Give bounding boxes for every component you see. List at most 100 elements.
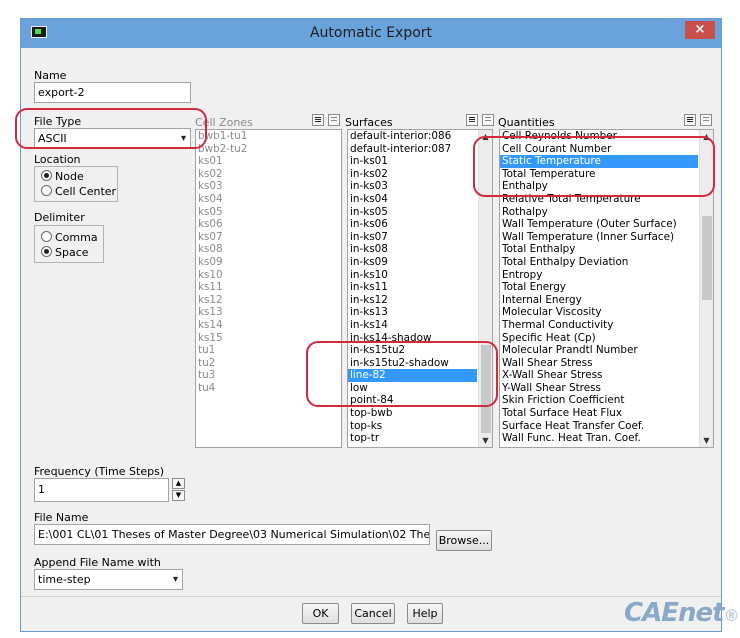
cell-zone-item[interactable]: ks11 xyxy=(196,281,341,294)
surface-item[interactable]: in-ks10 xyxy=(348,269,477,282)
quantity-item[interactable]: Thermal Conductivity xyxy=(500,319,698,332)
quantities-scroll-thumb[interactable] xyxy=(702,216,712,300)
quantity-item[interactable]: Specific Heat (Cp) xyxy=(500,332,698,345)
quantity-item[interactable]: Static Temperature xyxy=(500,155,698,168)
file-type-select[interactable]: ASCII ▾ xyxy=(34,128,191,149)
surface-item[interactable]: in-ks13 xyxy=(348,306,477,319)
quantity-item[interactable]: Cell Courant Number xyxy=(500,143,698,156)
surface-item[interactable]: point-84 xyxy=(348,394,477,407)
surfaces-scrollbar[interactable]: ▲ ▼ xyxy=(478,130,492,447)
surface-item[interactable]: line-82 xyxy=(348,369,477,382)
cell-zone-item[interactable]: ks13 xyxy=(196,306,341,319)
quantity-item[interactable]: Wall Temperature (Outer Surface) xyxy=(500,218,698,231)
quantity-item[interactable]: Y-Wall Shear Stress xyxy=(500,382,698,395)
quantity-item[interactable]: Entropy xyxy=(500,269,698,282)
surfaces-scroll-thumb[interactable] xyxy=(481,345,491,433)
surface-item[interactable]: default-interior:086 xyxy=(348,130,477,143)
quantity-item[interactable]: Enthalpy xyxy=(500,180,698,193)
delimiter-comma-radio[interactable]: Comma xyxy=(41,230,98,246)
surface-item[interactable]: in-ks05 xyxy=(348,206,477,219)
quantity-item[interactable]: Wall Func. Heat Tran. Coef. xyxy=(500,432,698,445)
cell-zone-item[interactable]: ks12 xyxy=(196,294,341,307)
cancel-button[interactable]: Cancel xyxy=(351,603,395,624)
ok-button[interactable]: OK xyxy=(302,603,339,624)
cell-zone-item[interactable]: tu1 xyxy=(196,344,341,357)
quantity-item[interactable]: X-Wall Shear Stress xyxy=(500,369,698,382)
cell-zone-item[interactable]: ks09 xyxy=(196,256,341,269)
quantity-item[interactable]: Total Surface Heat Flux xyxy=(500,407,698,420)
file-name-field[interactable]: E:\001 CL\01 Theses of Master Degree\03 … xyxy=(34,524,430,545)
quantity-item[interactable]: Molecular Prandtl Number xyxy=(500,344,698,357)
quantity-item[interactable]: Cell Reynolds Number xyxy=(500,130,698,143)
name-field[interactable]: export-2 xyxy=(34,82,191,103)
cell-zone-item[interactable]: ks02 xyxy=(196,168,341,181)
surface-item[interactable]: in-ks03 xyxy=(348,180,477,193)
cell-zone-item[interactable]: ks04 xyxy=(196,193,341,206)
surfaces-list[interactable]: default-interior:086 default-interior:087… xyxy=(347,129,493,448)
scroll-down-icon[interactable]: ▼ xyxy=(700,434,713,447)
spin-down-icon[interactable]: ▼ xyxy=(172,490,185,501)
cell-zone-item[interactable]: bwb1-tu1 xyxy=(196,130,341,143)
quantities-scrollbar[interactable]: ▲ ▼ xyxy=(699,130,713,447)
quantity-item[interactable]: Total Energy xyxy=(500,281,698,294)
quantity-item[interactable]: Wall Temperature (Inner Surface) xyxy=(500,231,698,244)
location-node-radio[interactable]: Node xyxy=(41,169,84,185)
surface-item[interactable]: top-tr xyxy=(348,432,477,445)
cell-zone-item[interactable]: ks14 xyxy=(196,319,341,332)
delimiter-space-radio[interactable]: Space xyxy=(41,245,89,261)
close-button[interactable]: × xyxy=(685,21,715,39)
cell-zones-list[interactable]: bwb1-tu1 bwb2-tu2 ks01 ks02 ks03 ks04 ks05 ks06… xyxy=(195,129,342,448)
quantity-item[interactable]: Total Enthalpy Deviation xyxy=(500,256,698,269)
quantity-item[interactable]: Internal Energy xyxy=(500,294,698,307)
surface-item[interactable]: in-ks08 xyxy=(348,243,477,256)
cell-zone-item[interactable]: ks15 xyxy=(196,332,341,345)
surface-item[interactable]: in-ks14-shadow xyxy=(348,332,477,345)
surface-item[interactable]: in-ks14 xyxy=(348,319,477,332)
surface-item[interactable]: default-interior:087 xyxy=(348,143,477,156)
surfaces-select-all-button[interactable] xyxy=(466,114,478,126)
surface-item[interactable]: low xyxy=(348,382,477,395)
scroll-up-icon[interactable]: ▲ xyxy=(700,130,713,143)
scroll-down-icon[interactable]: ▼ xyxy=(479,434,492,447)
cell-zone-item[interactable]: ks01 xyxy=(196,155,341,168)
quantity-item[interactable]: Skin Friction Coefficient xyxy=(500,394,698,407)
scroll-up-icon[interactable]: ▲ xyxy=(479,130,492,143)
frequency-field[interactable]: 1 xyxy=(34,478,169,502)
surfaces-deselect-all-button[interactable] xyxy=(482,114,494,126)
surface-item[interactable]: in-ks09 xyxy=(348,256,477,269)
cell-zone-item[interactable]: ks05 xyxy=(196,206,341,219)
help-button[interactable]: Help xyxy=(407,603,443,624)
cell-zones-deselect-all-button[interactable] xyxy=(328,114,340,126)
quantity-item[interactable]: Relative Total Temperature xyxy=(500,193,698,206)
cell-zone-item[interactable]: ks03 xyxy=(196,180,341,193)
cell-zone-item[interactable]: ks07 xyxy=(196,231,341,244)
browse-button[interactable]: Browse... xyxy=(436,530,492,551)
surface-item[interactable]: in-ks04 xyxy=(348,193,477,206)
surface-item[interactable]: in-ks07 xyxy=(348,231,477,244)
spin-up-icon[interactable]: ▲ xyxy=(172,478,185,489)
quantity-item[interactable]: Molecular Viscosity xyxy=(500,306,698,319)
cell-zone-item[interactable]: ks10 xyxy=(196,269,341,282)
surface-item[interactable]: top-ks xyxy=(348,420,477,433)
append-select[interactable]: time-step ▾ xyxy=(34,569,183,590)
quantity-item[interactable]: Surface Heat Transfer Coef. xyxy=(500,420,698,433)
quantities-deselect-all-button[interactable] xyxy=(700,114,712,126)
cell-zone-item[interactable]: tu4 xyxy=(196,382,341,395)
cell-zones-select-all-button[interactable] xyxy=(312,114,324,126)
cell-zone-item[interactable]: tu3 xyxy=(196,369,341,382)
surface-item[interactable]: in-ks06 xyxy=(348,218,477,231)
cell-zone-item[interactable]: tu2 xyxy=(196,357,341,370)
surface-item[interactable]: in-ks15tu2-shadow xyxy=(348,357,477,370)
surface-item[interactable]: in-ks02 xyxy=(348,168,477,181)
location-cell-center-radio[interactable]: Cell Center xyxy=(41,184,116,200)
title-bar[interactable]: Automatic Export × xyxy=(21,19,721,48)
quantity-item[interactable]: Rothalpy xyxy=(500,206,698,219)
cell-zone-item[interactable]: ks08 xyxy=(196,243,341,256)
cell-zone-item[interactable]: bwb2-tu2 xyxy=(196,143,341,156)
surface-item[interactable]: in-ks01 xyxy=(348,155,477,168)
surface-item[interactable]: in-ks11 xyxy=(348,281,477,294)
quantity-item[interactable]: Total Enthalpy xyxy=(500,243,698,256)
quantity-item[interactable]: Total Temperature xyxy=(500,168,698,181)
cell-zone-item[interactable]: ks06 xyxy=(196,218,341,231)
quantities-list[interactable]: Cell Reynolds Number Cell Courant Number S… xyxy=(499,129,714,448)
